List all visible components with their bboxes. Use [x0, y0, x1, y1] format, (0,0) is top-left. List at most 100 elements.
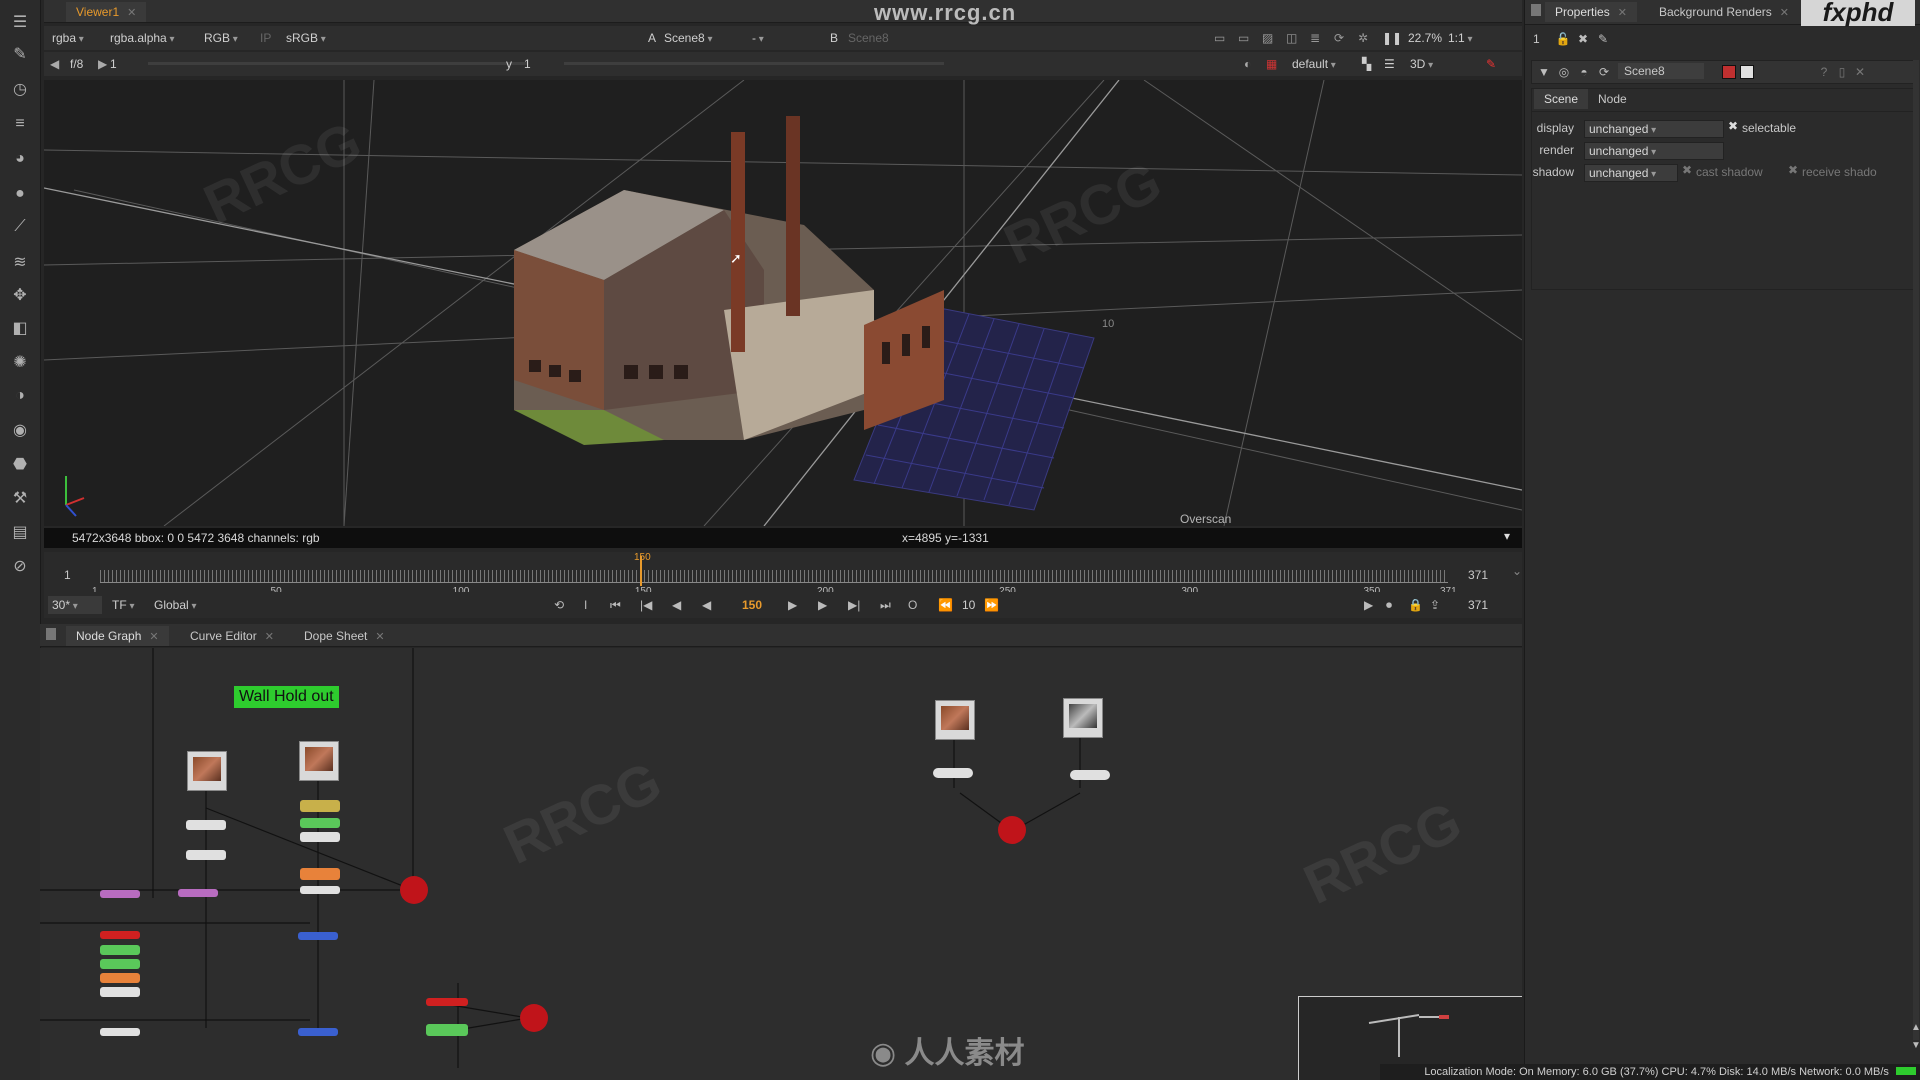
deep-icon[interactable]: ◑	[8, 384, 32, 408]
step-field[interactable]: 10	[962, 596, 975, 614]
current-frame-field[interactable]: 150	[742, 596, 762, 614]
node-graph[interactable]: Wall Hold out	[40, 648, 1522, 1080]
last-frame-icon[interactable]: ⏭	[880, 596, 891, 614]
channel-icon[interactable]: ≡	[8, 112, 32, 136]
merge-node[interactable]	[178, 889, 218, 897]
receive-shadow-checkbox[interactable]: ✖	[1788, 163, 1798, 177]
timeline-start[interactable]: 1	[64, 568, 71, 582]
node-color-swatch[interactable]	[1722, 65, 1736, 79]
dot-node[interactable]	[100, 987, 140, 997]
loop-icon[interactable]: ⟲	[554, 596, 564, 614]
pause-icon[interactable]: ❚❚	[1382, 29, 1402, 47]
panel-menu-icon[interactable]: ☰	[8, 10, 32, 34]
other-icon[interactable]: ▤	[8, 520, 32, 544]
timeline-ruler[interactable]	[100, 570, 1448, 582]
close-icon[interactable]: ✕	[1618, 7, 1627, 19]
timeline-end[interactable]: 371	[1468, 568, 1488, 582]
properties-scrollbar[interactable]	[1913, 60, 1919, 1040]
close-node-icon[interactable]: ✕	[1850, 63, 1870, 81]
close-icon[interactable]: ✕	[375, 631, 384, 643]
proxy-icon[interactable]: ◫	[1286, 29, 1297, 47]
tab-properties[interactable]: Properties ✕	[1545, 2, 1637, 22]
play-icon[interactable]: ▶	[788, 596, 797, 614]
read-node-thumbnail[interactable]	[935, 700, 975, 740]
subtab-node[interactable]: Node	[1588, 89, 1637, 109]
read-node-thumbnail[interactable]	[299, 741, 339, 781]
record-icon[interactable]: ⏺	[1386, 596, 1392, 614]
3d-node[interactable]	[298, 932, 338, 940]
tab-node-graph[interactable]: Node Graph ✕	[66, 626, 169, 646]
clear-icon[interactable]: ✖	[1573, 30, 1593, 48]
close-icon[interactable]: ✕	[149, 631, 158, 643]
prev-frame-icon[interactable]: ◀	[672, 596, 681, 614]
color-node[interactable]	[100, 959, 140, 969]
color-node[interactable]	[300, 818, 340, 828]
scene-node[interactable]	[100, 931, 140, 939]
lock-icon[interactable]: 🔓	[1553, 30, 1573, 48]
dot-node[interactable]	[100, 1028, 140, 1036]
clipping-icon[interactable]: ▦	[1266, 55, 1277, 73]
b-input-dropdown[interactable]: Scene8	[848, 29, 889, 47]
color-node[interactable]	[100, 945, 140, 955]
view-mode-dropdown[interactable]: default	[1292, 55, 1336, 73]
read-node-thumbnail[interactable]	[187, 751, 227, 791]
export-icon[interactable]: ⇪	[1430, 596, 1440, 614]
color-node[interactable]	[426, 1024, 468, 1036]
metadata-icon[interactable]: ⬣	[8, 452, 32, 476]
draw-icon[interactable]: ✎	[8, 42, 32, 66]
close-icon[interactable]: ✕	[265, 631, 274, 643]
alpha-dropdown[interactable]: rgba.alpha	[110, 29, 175, 47]
colorspace-dropdown[interactable]: RGB	[204, 29, 238, 47]
dim-dropdown[interactable]: 3D	[1410, 55, 1470, 73]
transform-node[interactable]	[100, 973, 140, 983]
channels-dropdown[interactable]: rgba	[52, 29, 84, 47]
node-color-swatch-2[interactable]	[1740, 65, 1754, 79]
transform-node[interactable]	[300, 868, 340, 880]
panel-menu-icon[interactable]	[1531, 4, 1541, 16]
flipbook-icon[interactable]: ▶	[1364, 596, 1373, 614]
dot-node[interactable]	[186, 850, 226, 860]
transform-icon[interactable]: ✥	[8, 283, 32, 307]
merge-node[interactable]	[100, 890, 140, 898]
pen-icon[interactable]: ✎	[1593, 30, 1613, 48]
viewer-3d[interactable]: 10 Overscan ➚	[44, 80, 1522, 526]
info-toggle-icon[interactable]: ▾	[1504, 529, 1510, 543]
panel-menu-icon[interactable]	[46, 628, 56, 640]
gain-slider[interactable]	[148, 62, 528, 65]
end-frame-field[interactable]: 371	[1468, 596, 1488, 614]
eye-icon[interactable]: ◓	[1574, 63, 1594, 81]
ip-button[interactable]: IP	[260, 29, 271, 47]
pen-icon[interactable]: ✎	[1486, 55, 1496, 73]
composite-dropdown[interactable]: -	[752, 29, 802, 47]
dot-node[interactable]	[300, 832, 340, 842]
views-icon[interactable]: ◉	[8, 418, 32, 442]
tab-viewer1[interactable]: Viewer1 ✕	[66, 2, 147, 22]
play-back-icon[interactable]: ◀	[702, 596, 711, 614]
skip-back-icon[interactable]: ⏪	[938, 596, 953, 614]
fstop-left-icon[interactable]: ◀	[50, 55, 59, 73]
layers-icon[interactable]: ☰	[1384, 55, 1395, 73]
next-key-icon[interactable]: ▶|	[848, 596, 860, 614]
subtab-scene[interactable]: Scene	[1534, 89, 1589, 109]
backdrop-wall-hold-out[interactable]: Wall Hold out	[234, 686, 339, 708]
timeline-scroll-icon[interactable]: ⌄	[1512, 564, 1522, 578]
in-point-icon[interactable]: I	[584, 596, 587, 614]
center-icon[interactable]: ◎	[1554, 63, 1574, 81]
tf-dropdown[interactable]: TF	[112, 596, 134, 614]
out-point-icon[interactable]: O	[908, 596, 917, 614]
gain-field[interactable]: 1	[110, 55, 117, 73]
3d-node[interactable]	[298, 1028, 338, 1036]
float-icon[interactable]: ▯	[1832, 63, 1852, 81]
clip-icon[interactable]: ▨	[1262, 29, 1273, 47]
undo-icon[interactable]: ⟳	[1594, 63, 1614, 81]
display-dropdown[interactable]: unchanged	[1584, 120, 1724, 138]
selectable-checkbox[interactable]: ✖	[1728, 119, 1738, 133]
gamma-field[interactable]: 1	[524, 55, 531, 73]
first-frame-icon[interactable]: ⏮	[610, 596, 621, 614]
time-icon[interactable]: ◷	[8, 77, 32, 101]
prev-key-icon[interactable]: |◀	[640, 596, 652, 614]
color-icon[interactable]: ◕	[8, 147, 32, 171]
dot-node[interactable]	[1070, 770, 1110, 780]
ratio-dropdown[interactable]: 1:1	[1448, 29, 1473, 47]
cast-shadow-checkbox[interactable]: ✖	[1682, 163, 1692, 177]
